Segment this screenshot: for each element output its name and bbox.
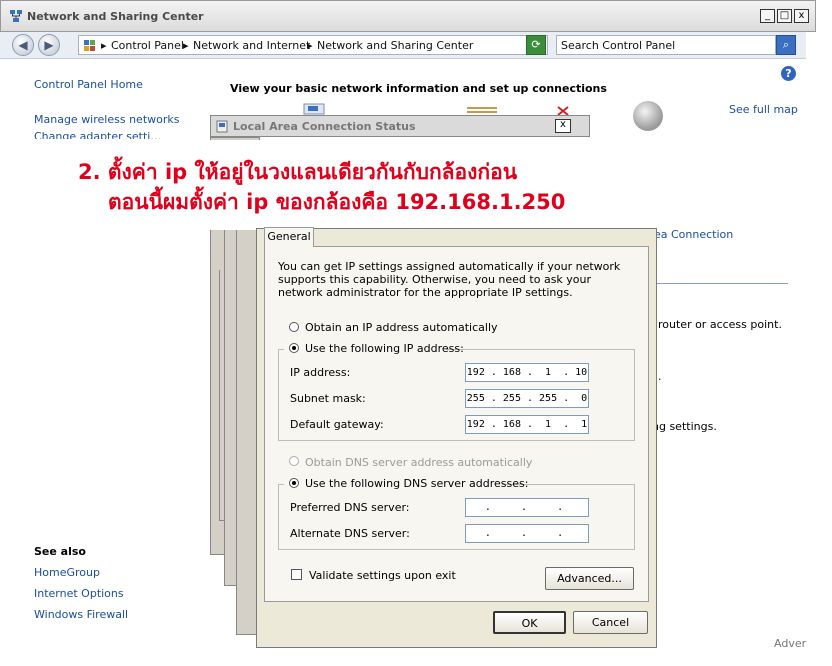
obtain-dns-auto-radio[interactable] [289, 456, 299, 466]
status-dialog-title: Local Area Connection Status [233, 120, 416, 133]
change-adapter-settings-link[interactable]: Change adapter setti... [34, 131, 161, 139]
partial-text: . [658, 370, 662, 383]
help-icon[interactable]: ? [781, 66, 796, 81]
validate-settings-checkbox[interactable] [291, 569, 302, 580]
breadcrumb-network-and-internet[interactable]: Network and Internet [193, 39, 310, 52]
subnet-mask-field[interactable]: 255 . 255 . 255 . 0 [465, 389, 589, 408]
preferred-dns-field[interactable]: . . . [465, 498, 589, 517]
subnet-mask-label: Subnet mask: [290, 392, 366, 405]
validate-settings-label: Validate settings upon exit [309, 569, 456, 582]
title-bar: Network and Sharing Center _ □ x [0, 0, 816, 32]
cancel-button[interactable]: Cancel [573, 611, 648, 634]
use-following-ip-label: Use the following IP address: [305, 342, 464, 355]
status-dialog-titlebar: Local Area Connection Status x [210, 115, 590, 137]
tab-general[interactable]: General [264, 227, 314, 247]
minimize-button[interactable]: _ [760, 9, 775, 23]
ip-address-field[interactable]: 192 . 168 . 1 . 10 [465, 363, 589, 382]
close-button[interactable]: x [794, 9, 809, 23]
annotation-line-2: ตอนนี้ผมตั้งค่า ip ของกล้องคือ 192.168.1… [108, 190, 566, 214]
advanced-button[interactable]: Advanced... [545, 567, 634, 590]
search-icon[interactable]: ⌕ [776, 35, 796, 55]
breadcrumb-control-panel[interactable]: Control Panel [111, 39, 184, 52]
breadcrumb-separator-icon: ▸ [307, 39, 313, 52]
obtain-dns-auto-label: Obtain DNS server address automatically [305, 456, 533, 469]
search-input[interactable]: Search Control Panel [556, 35, 776, 55]
network-adapter-icon [216, 120, 228, 133]
see-full-map-link[interactable]: See full map [729, 103, 798, 116]
default-gateway-label: Default gateway: [290, 418, 384, 431]
ok-button[interactable]: OK [493, 611, 566, 634]
preferred-dns-label: Preferred DNS server: [290, 501, 410, 514]
alternate-dns-label: Alternate DNS server: [290, 527, 410, 540]
use-following-dns-radio[interactable] [289, 478, 299, 488]
maximize-button[interactable]: □ [777, 9, 792, 23]
page-heading: View your basic network information and … [230, 82, 607, 95]
computer-icon [303, 103, 325, 115]
change-adapter-settings-link-clip: Change adapter setti... [34, 131, 161, 139]
divider [648, 283, 788, 284]
breadcrumb-separator-icon: ▸ [183, 39, 189, 52]
refresh-icon[interactable]: ⟳ [526, 35, 546, 55]
homegroup-link[interactable]: HomeGroup [34, 566, 100, 579]
breadcrumb-separator-icon: ▸ [101, 39, 107, 52]
use-following-ip-radio[interactable] [289, 343, 299, 353]
navigation-bar: ◀ ▶ ▸ Control Panel ▸ Network and Intern… [0, 32, 806, 59]
network-icon [10, 10, 22, 22]
back-button[interactable]: ◀ [12, 34, 34, 56]
obtain-ip-auto-label: Obtain an IP address automatically [305, 321, 498, 334]
status-dialog-close-button[interactable]: x [555, 119, 571, 133]
address-bar[interactable]: ▸ Control Panel ▸ Network and Internet ▸… [78, 35, 548, 55]
alternate-dns-field[interactable]: . . . [465, 524, 589, 543]
windows-firewall-link[interactable]: Windows Firewall [34, 608, 128, 621]
breadcrumb-network-and-sharing-center[interactable]: Network and Sharing Center [317, 39, 473, 52]
default-gateway-field[interactable]: 192 . 168 . 1 . 1 [465, 415, 589, 434]
see-also-heading: See also [34, 545, 86, 558]
control-panel-icon [84, 40, 95, 51]
setup-connection-text: router or access point. [658, 318, 782, 331]
corner-partial-text: Adver [774, 637, 807, 650]
change-sharing-settings-text: ng settings. [652, 420, 717, 433]
window-title: Network and Sharing Center [27, 10, 204, 23]
obtain-ip-auto-radio[interactable] [289, 322, 299, 332]
manage-wireless-networks-link[interactable]: Manage wireless networks [34, 113, 179, 126]
control-panel-home-link[interactable]: Control Panel Home [34, 78, 143, 91]
internet-options-link[interactable]: Internet Options [34, 587, 124, 600]
ip-address-label: IP address: [290, 366, 351, 379]
forward-button[interactable]: ▶ [38, 34, 60, 56]
ip-settings-description: You can get IP settings assigned automat… [278, 260, 621, 299]
internet-globe-icon [633, 101, 663, 131]
use-following-dns-label: Use the following DNS server addresses: [305, 477, 529, 490]
annotation-line-1: 2. ตั้งค่า ip ให้อยู่ในวงแลนเดียวกันกับก… [78, 160, 518, 184]
